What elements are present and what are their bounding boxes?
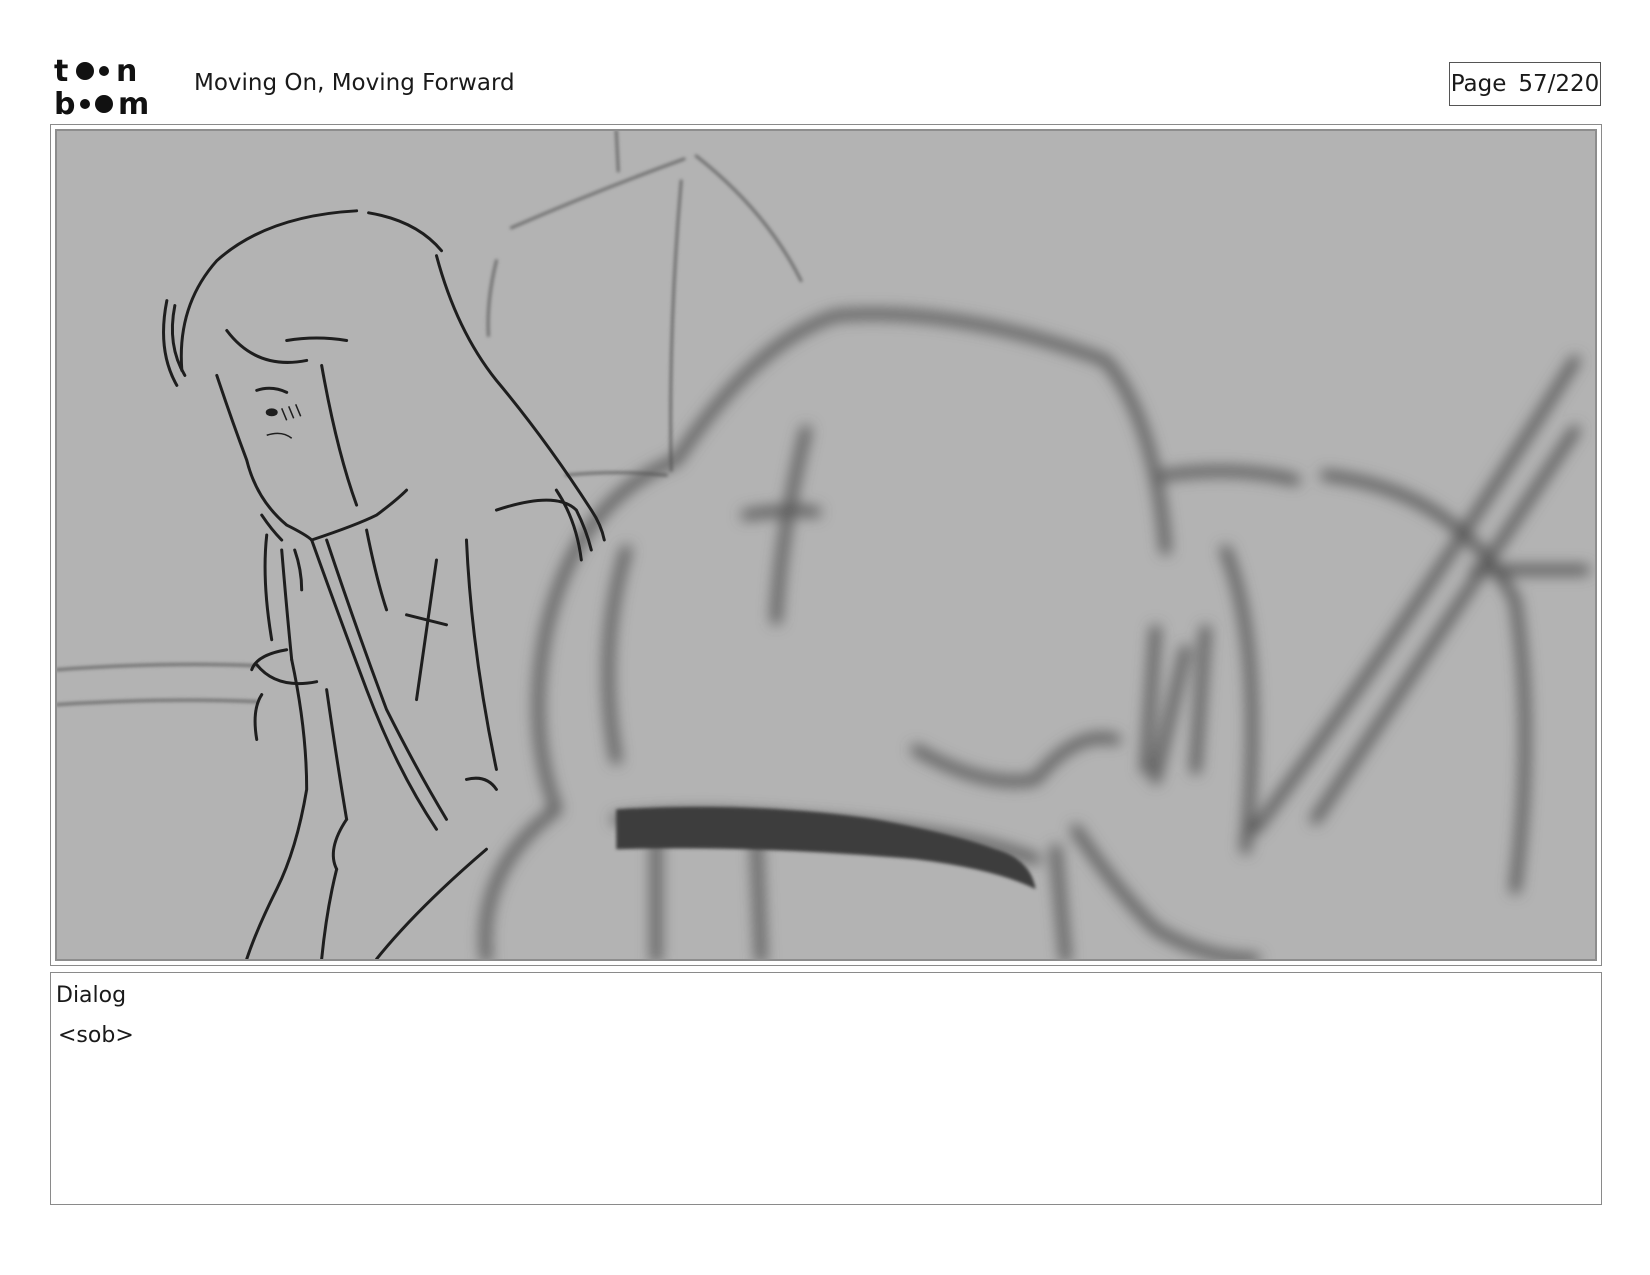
toonboom-logo: t n b m [54,54,149,116]
page-label: Page [1450,71,1507,97]
svg-text:t: t [54,54,68,89]
svg-text:m: m [118,87,149,116]
svg-text:b: b [54,87,75,116]
svg-text:n: n [116,54,137,89]
page-number: 57/220 [1518,71,1600,97]
storyboard-panel [50,124,1602,966]
panel-image [55,129,1597,961]
panel-sketch [57,131,1591,959]
dialog-box: Dialog <sob> [50,972,1602,1205]
page-indicator: Page 57/220 [1449,62,1601,106]
dialog-label: Dialog [56,983,127,1008]
project-title: Moving On, Moving Forward [194,70,515,96]
dialog-text: <sob> [58,1023,134,1048]
